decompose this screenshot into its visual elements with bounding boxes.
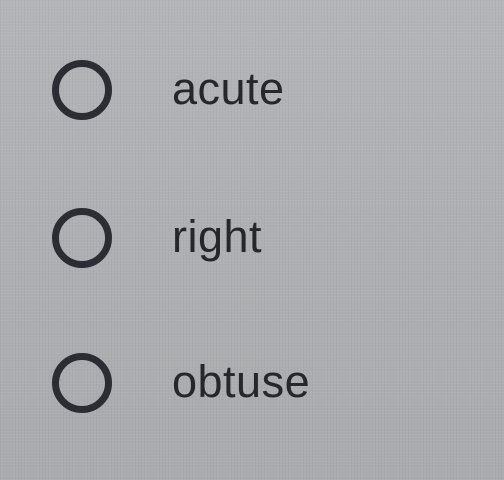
option-label-obtuse[interactable]: obtuse [172, 359, 310, 408]
radio-button-acute[interactable] [52, 60, 112, 120]
option-label-acute[interactable]: acute [172, 66, 285, 115]
option-right[interactable]: right [52, 200, 262, 276]
radio-button-obtuse[interactable] [52, 353, 112, 413]
option-obtuse[interactable]: obtuse [52, 345, 310, 421]
option-label-right[interactable]: right [172, 214, 262, 263]
radio-button-right[interactable] [52, 208, 112, 268]
option-acute[interactable]: acute [52, 52, 285, 128]
